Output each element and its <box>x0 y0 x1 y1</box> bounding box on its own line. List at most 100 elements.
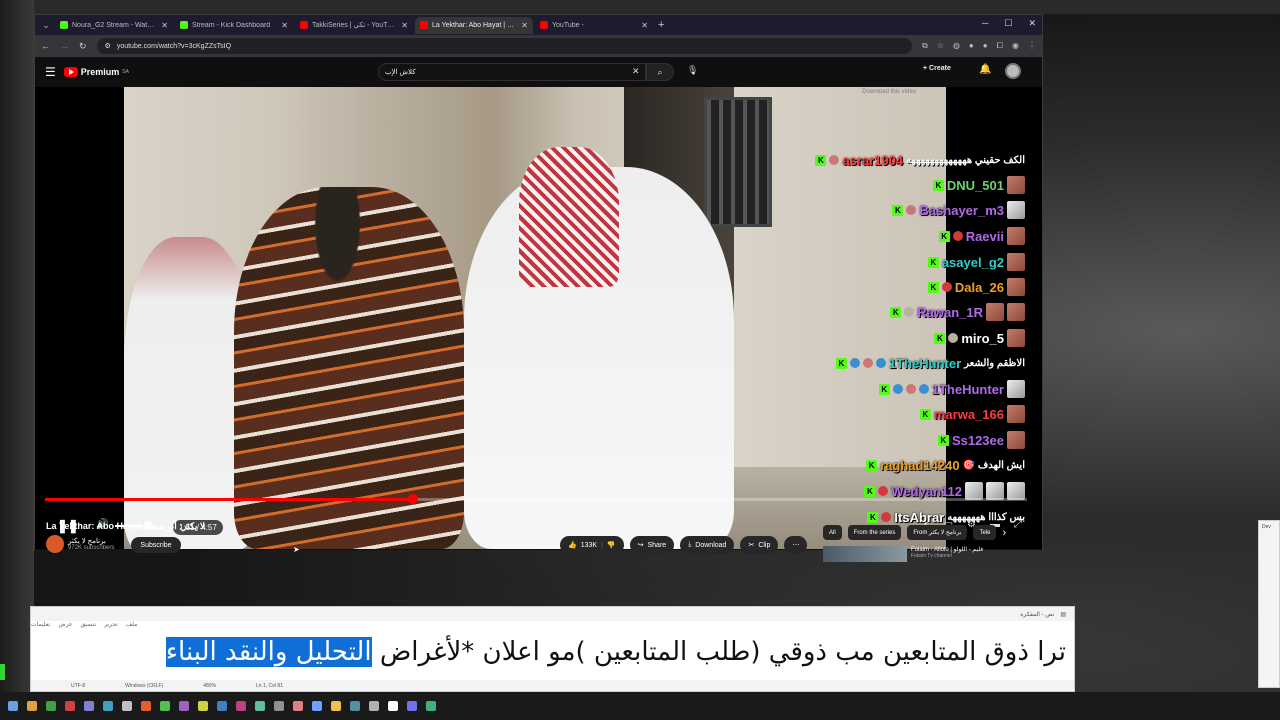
taskbar-app-icon[interactable] <box>160 701 170 711</box>
extensions-icon[interactable]: ⧠ <box>997 41 1003 51</box>
filter-chip[interactable]: From برنامج لا يكثر <box>907 525 968 540</box>
profile-icon[interactable]: ◉ <box>1012 41 1019 51</box>
channel-name[interactable]: برنامج لا يكثر <box>68 537 114 545</box>
taskbar-app-icon[interactable] <box>65 701 75 711</box>
chevron-right-icon[interactable]: › <box>1002 527 1006 539</box>
channel-avatar[interactable] <box>46 535 64 553</box>
taskbar-app-icon[interactable] <box>388 701 398 711</box>
filter-chip[interactable]: All <box>823 525 842 540</box>
reload-icon[interactable]: ↻ <box>79 41 87 52</box>
hamburger-icon[interactable]: ☰ <box>45 65 56 79</box>
extension-icon-2[interactable]: ● <box>969 41 974 51</box>
taskbar-app-icon[interactable] <box>350 701 360 711</box>
avatar[interactable] <box>1005 63 1021 79</box>
tab-close-icon[interactable]: ✕ <box>641 21 648 30</box>
back-icon[interactable]: ← <box>41 41 50 51</box>
maximize-icon[interactable]: ☐ <box>1004 18 1012 29</box>
taskbar-app-icon[interactable] <box>46 701 56 711</box>
site-info-icon[interactable]: ⚙ <box>105 42 111 50</box>
progress-bar[interactable] <box>45 494 1027 504</box>
chat-username[interactable]: Ss123ee <box>952 433 1004 448</box>
chat-username[interactable]: asayel_g2 <box>942 255 1004 270</box>
install-icon[interactable]: ⧉ <box>922 41 928 51</box>
chat-username[interactable]: asrar1904 <box>842 153 903 168</box>
notifications-icon[interactable]: 🔔 <box>979 64 991 75</box>
taskbar-app-icon[interactable] <box>407 701 417 711</box>
chat-username[interactable]: miro_5 <box>961 331 1004 346</box>
tab-close-icon[interactable]: ✕ <box>401 21 408 30</box>
notepad-menu-item[interactable]: تحرير <box>104 621 118 632</box>
browser-tab[interactable]: Noura_G2 Stream - Watch Live ✕ <box>55 17 173 34</box>
chat-username[interactable]: marwa_166 <box>934 407 1004 422</box>
more-actions-button[interactable]: ⋯ <box>784 536 808 554</box>
bookmark-star-icon[interactable]: ☆ <box>937 41 944 51</box>
notepad-menu-item[interactable]: عرض <box>58 621 72 632</box>
tab-close-icon[interactable]: ✕ <box>161 21 168 30</box>
clip-button[interactable]: ✂ Clip <box>740 536 779 554</box>
share-button[interactable]: ↪ Share <box>629 536 675 554</box>
notepad-menu-item[interactable]: تعليمات <box>31 621 50 632</box>
new-tab-button[interactable]: + <box>658 19 664 31</box>
taskbar-app-icon[interactable] <box>27 701 37 711</box>
taskbar-app-icon[interactable] <box>84 701 94 711</box>
chat-username[interactable]: raghad14240 <box>880 458 960 473</box>
recommended-title[interactable]: Folaim - Allolo | فليم - اللولو <box>911 546 983 553</box>
dislike-icon[interactable]: 👎 <box>607 541 616 549</box>
menu-icon[interactable]: ⋮ <box>1028 41 1036 51</box>
taskbar-app-icon[interactable] <box>312 701 322 711</box>
minimize-icon[interactable]: ─ <box>982 18 988 29</box>
extension-icon-3[interactable]: ● <box>983 41 988 51</box>
taskbar-app-icon[interactable] <box>103 701 113 711</box>
taskbar-app-icon[interactable] <box>122 701 132 711</box>
chat-username[interactable]: DNU_501 <box>947 178 1004 193</box>
tab-close-icon[interactable]: ✕ <box>521 21 528 30</box>
notepad-menu-item[interactable]: ملف <box>126 621 137 632</box>
taskbar-app-icon[interactable] <box>198 701 208 711</box>
filter-chip[interactable]: From the series <box>847 525 902 540</box>
taskbar-app-icon[interactable] <box>369 701 379 711</box>
taskbar-app-icon[interactable] <box>293 701 303 711</box>
mic-icon[interactable]: 🎙 <box>687 65 698 76</box>
search-button[interactable]: ⌕ <box>646 63 674 81</box>
fullscreen-icon[interactable]: ⤢ <box>1014 519 1022 530</box>
browser-tab[interactable]: La Yekthar: Abo Hayat | لا يكثر ✕ <box>415 16 533 34</box>
browser-tab[interactable]: TakkiSeries | تكي - YouTube ✕ <box>295 17 413 34</box>
filter-chip[interactable]: Tele <box>973 525 997 540</box>
search-input[interactable]: كلاش الإب <box>378 63 646 81</box>
download-button[interactable]: ⤓ Download <box>680 536 735 554</box>
subscribe-button[interactable]: Subscribe <box>131 537 181 553</box>
close-icon[interactable]: ✕ <box>1028 18 1036 29</box>
youtube-logo[interactable]: Premium SA <box>63 67 129 77</box>
channel-info[interactable]: برنامج لا يكثر 972K subscribers <box>46 535 114 553</box>
chat-username[interactable]: Dala_26 <box>955 280 1004 295</box>
clear-search-icon[interactable]: ✕ <box>632 66 640 77</box>
taskbar-app-icon[interactable] <box>141 701 151 711</box>
tab-search-icon[interactable]: ⌄ <box>39 20 53 31</box>
chat-username[interactable]: Rawan_1R <box>917 305 983 320</box>
taskbar-app-icon[interactable] <box>331 701 341 711</box>
taskbar-app-icon[interactable] <box>179 701 189 711</box>
extension-icon[interactable]: ◍ <box>953 41 960 51</box>
taskbar-app-icon[interactable] <box>426 701 436 711</box>
download-hint[interactable]: Download this video <box>862 89 916 95</box>
notepad-text[interactable]: ترا ذوق المتابعين مب ذوقي (طلب المتابعين… <box>165 637 1066 667</box>
chat-username[interactable]: Raevii <box>966 229 1004 244</box>
chat-username[interactable]: Bashayer_m3 <box>919 203 1004 218</box>
chat-username[interactable]: Wedyan112 <box>891 484 962 499</box>
taskbar-app-icon[interactable] <box>255 701 265 711</box>
forward-icon[interactable]: → <box>60 41 69 51</box>
address-bar[interactable]: ⚙ youtube.com/watch?v=3cKgZZsTsIQ <box>96 38 913 54</box>
video-player[interactable]: Download this video Kasrar1904 الكف حقيني… <box>35 87 1042 549</box>
recommended-thumbnail[interactable] <box>823 546 907 562</box>
browser-tab[interactable]: YouTube - ✕ <box>535 17 653 34</box>
notepad-menu-item[interactable]: تنسيق <box>80 621 96 632</box>
chat-username[interactable]: 1TheHunter <box>889 356 961 371</box>
taskbar-app-icon[interactable] <box>8 701 18 711</box>
browser-tab[interactable]: Stream - Kick Dashboard ✕ <box>175 17 293 34</box>
like-button[interactable]: 👍 133K | 👎 <box>560 536 624 554</box>
tab-close-icon[interactable]: ✕ <box>281 21 288 30</box>
create-button[interactable]: + Create <box>923 65 951 72</box>
taskbar-app-icon[interactable] <box>236 701 246 711</box>
taskbar-app-icon[interactable] <box>274 701 284 711</box>
recommended-video[interactable]: Folaim - Allolo | فليم - اللولو Folaim T… <box>823 546 983 562</box>
